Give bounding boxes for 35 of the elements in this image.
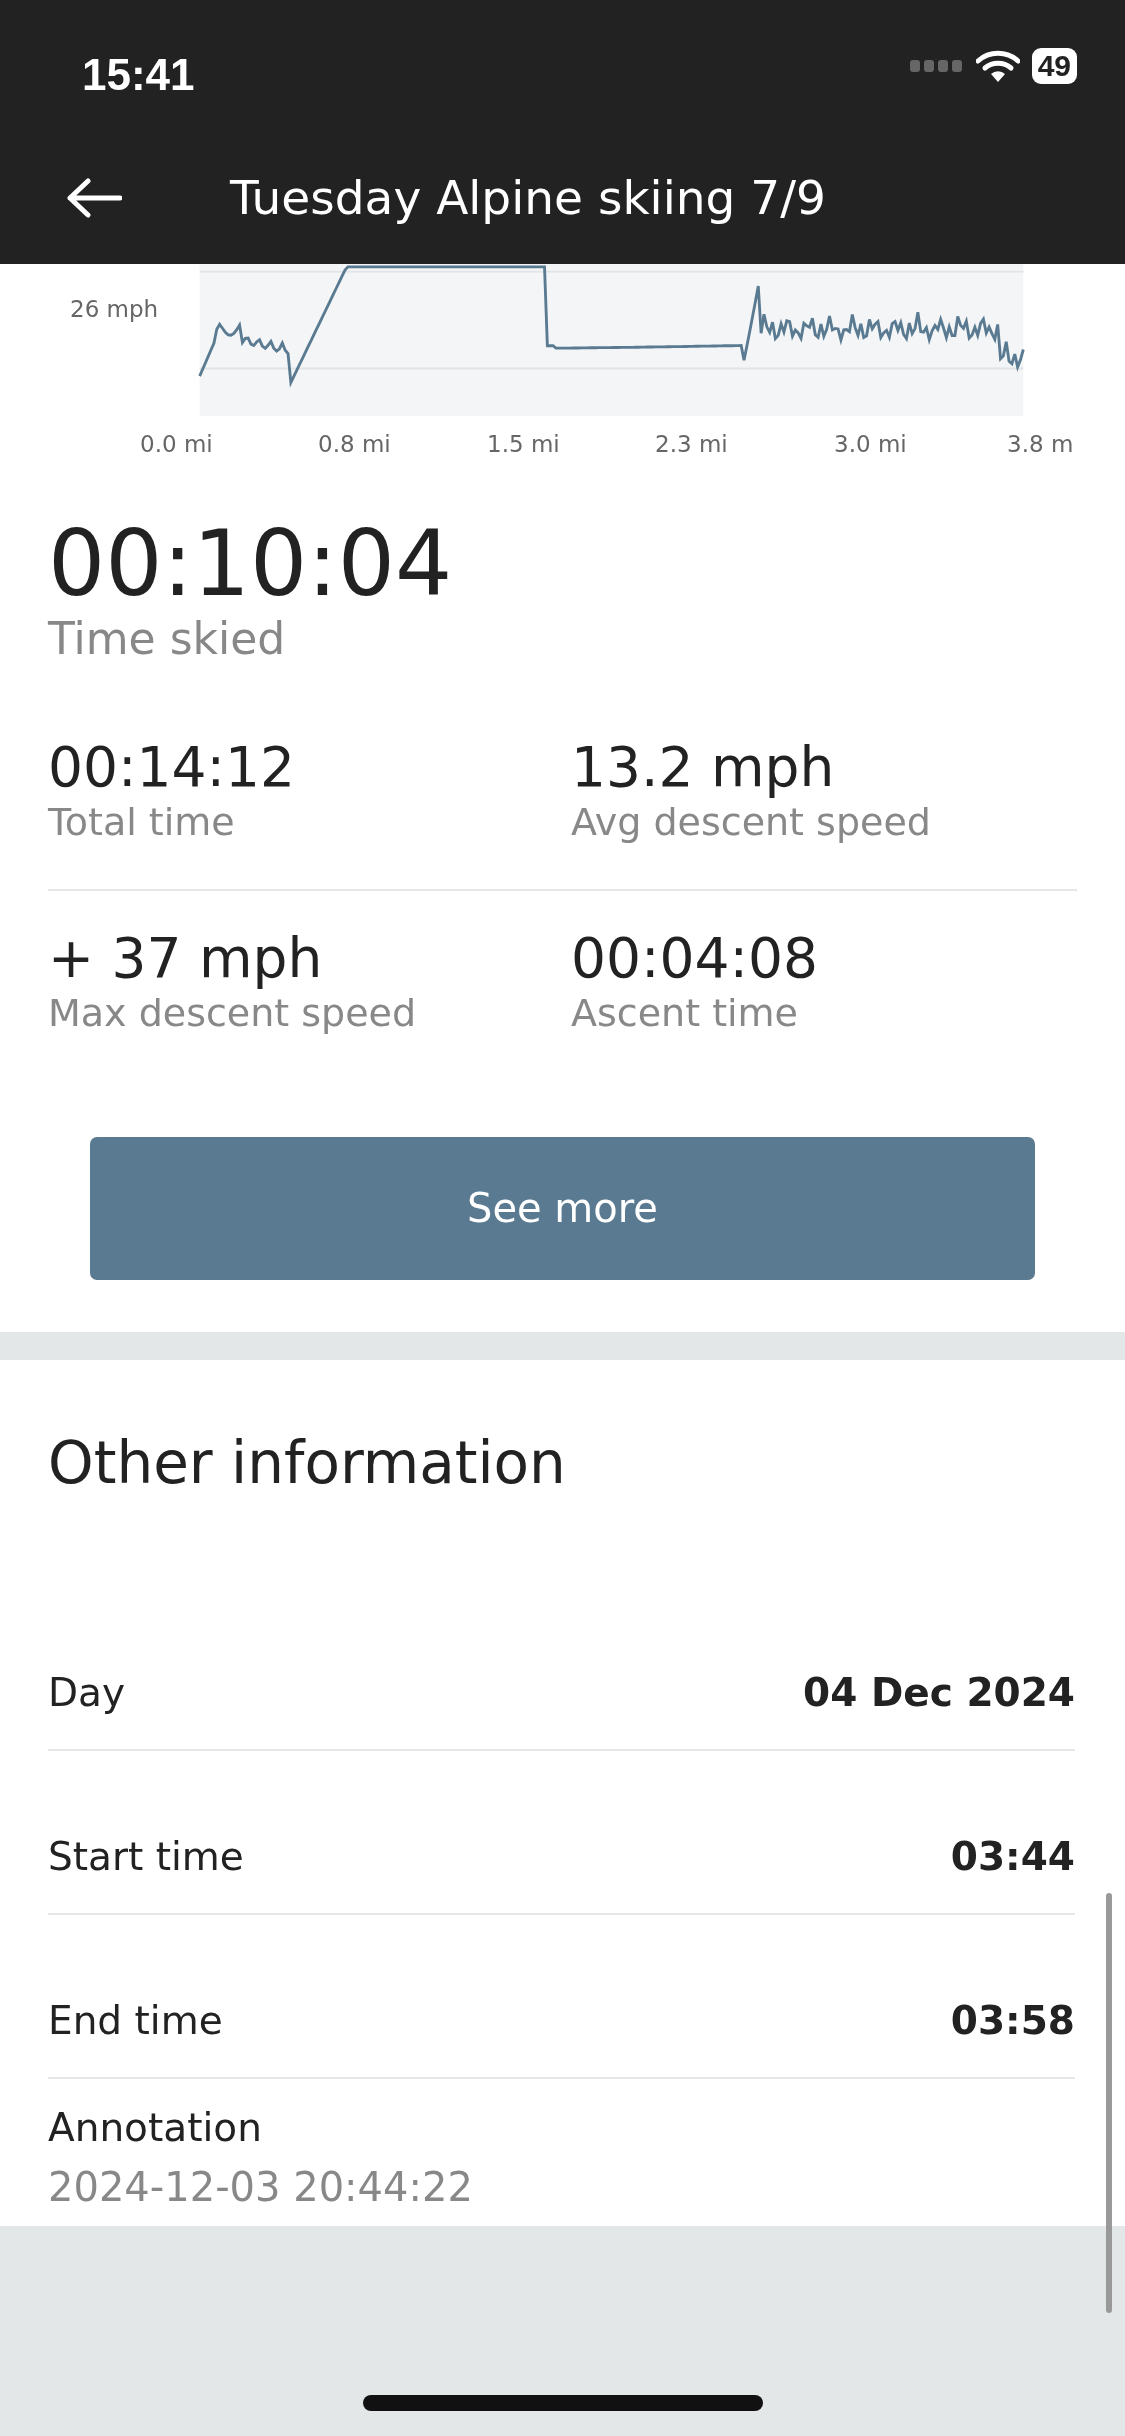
wifi-icon <box>975 49 1020 83</box>
stat-label: Total time <box>48 799 236 846</box>
screen-title: Tuesday Alpine skiing 7/9 <box>230 168 826 227</box>
stat-value: 00:14:12 <box>48 733 297 800</box>
info-value: 03:58 <box>950 1996 1075 2045</box>
home-indicator[interactable] <box>363 2395 763 2411</box>
battery-level: 49 <box>1031 48 1077 84</box>
time-skied-label: Time skied <box>48 613 287 666</box>
info-label: End time <box>48 1996 223 2045</box>
info-value: 04 Dec 2024 <box>803 1668 1075 1717</box>
status-time: 15:41 <box>82 49 195 101</box>
axis-label: 0.8 mi <box>318 430 391 459</box>
axis-label: 26 mph <box>70 295 159 324</box>
signal-icon <box>909 60 964 72</box>
info-value: 2024-12-03 20:44:22 <box>48 2163 474 2213</box>
info-label: Start time <box>48 1832 244 1881</box>
section-title: Other information <box>48 1428 567 1499</box>
stat-value: + 37 mph <box>48 925 324 992</box>
scrollbar[interactable] <box>1106 1893 1112 2313</box>
axis-label: 0.0 mi <box>140 430 213 459</box>
time-skied-value: 00:10:04 <box>48 514 454 613</box>
stat-label: Max descent speed <box>48 991 418 1037</box>
info-value: 03:44 <box>950 1832 1075 1881</box>
see-more-button[interactable]: See more <box>90 1137 1035 1280</box>
stat-label: Ascent time <box>571 991 799 1037</box>
stat-value: 00:04:08 <box>571 925 820 992</box>
info-label: Day <box>48 1668 125 1717</box>
axis-label: 3.8 m <box>1007 430 1074 459</box>
axis-label: 2.3 mi <box>655 430 728 459</box>
axis-label: 3.0 mi <box>834 430 907 459</box>
info-label: Annotation <box>48 2104 263 2152</box>
stat-label: Avg descent speed <box>571 799 932 846</box>
stat-value: 13.2 mph <box>571 733 836 800</box>
back-arrow-icon <box>66 178 122 218</box>
axis-label: 1.5 mi <box>487 430 560 459</box>
